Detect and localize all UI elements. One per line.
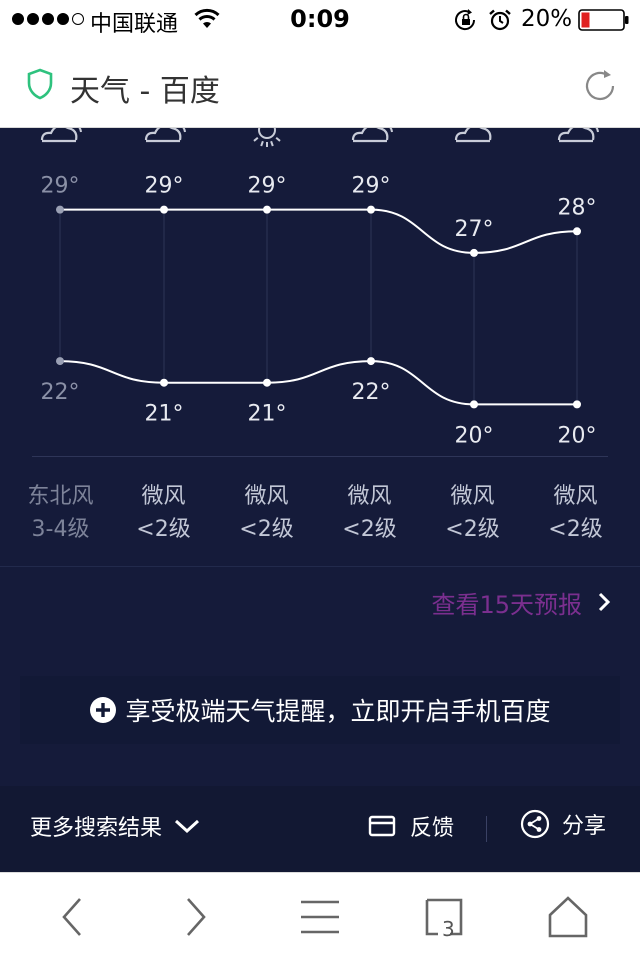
- forward-button[interactable]: [168, 893, 224, 941]
- low-temp-label: 21°: [145, 402, 184, 427]
- feedback-button[interactable]: 反馈: [368, 810, 454, 842]
- section-divider: [0, 566, 640, 567]
- wind-level: <2级: [136, 517, 191, 542]
- share-icon: [520, 809, 550, 839]
- high-temp-line: [60, 208, 578, 254]
- cloudy-icon: [144, 128, 186, 143]
- low-temp-point: [573, 400, 581, 409]
- footer-separator: [486, 816, 487, 842]
- high-temp-label: 29°: [145, 174, 184, 199]
- high-temp-point: [573, 227, 581, 236]
- menu-button[interactable]: [292, 893, 348, 941]
- share-label: 分享: [562, 814, 607, 839]
- wind-direction: 微风: [553, 484, 598, 509]
- high-temp-point: [470, 248, 478, 257]
- wind-col: 微风 <2级: [112, 480, 215, 546]
- wind-col: 微风 <2级: [421, 480, 524, 546]
- weather-panel: 29° 29° 29° 29° 27° 28° 22° 21° 21° 22° 20° 20° 东北风…: [0, 128, 640, 872]
- wind-level: <2级: [342, 517, 397, 542]
- cloudy-icon: [557, 128, 599, 143]
- alert-text: 享受极端天气提醒，立即开启手机百度: [125, 697, 551, 726]
- high-temp-label: 28°: [558, 195, 597, 220]
- wind-col: 东北风 3-4级: [9, 480, 112, 546]
- battery-percent: 20%: [521, 6, 573, 32]
- low-temp-label: 20°: [558, 423, 597, 448]
- plus-circle-icon: [90, 697, 117, 723]
- feedback-label: 反馈: [410, 816, 455, 841]
- battery-icon: [578, 9, 629, 31]
- address-bar: 天气 - 百度: [0, 40, 640, 128]
- cloudy-icon: [351, 128, 393, 143]
- high-temp-point: [263, 205, 271, 214]
- high-temp-label: 27°: [455, 217, 494, 242]
- high-temp-label: 29°: [41, 174, 80, 199]
- share-button[interactable]: 分享: [520, 808, 606, 840]
- back-button[interactable]: [44, 893, 100, 941]
- low-temp-point: [470, 400, 478, 409]
- high-temp-point: [367, 205, 375, 214]
- wind-level: <2级: [548, 517, 603, 542]
- wind-level: 3-4级: [31, 517, 90, 542]
- wind-direction: 东北风: [27, 484, 94, 509]
- low-temp-label: 21°: [248, 402, 287, 427]
- low-temp-label: 22°: [41, 380, 80, 405]
- high-temp-label: 29°: [248, 174, 287, 199]
- high-temp-label: 29°: [352, 174, 391, 199]
- low-temp-label: 22°: [352, 380, 391, 405]
- tab-count: 3: [442, 917, 455, 941]
- result-footer: 更多搜索结果 反馈 分享: [0, 786, 640, 872]
- alarm-icon: [489, 9, 511, 31]
- tabs-button[interactable]: 3: [416, 893, 472, 941]
- wind-direction: 微风: [244, 484, 289, 509]
- weather-alert-banner[interactable]: 享受极端天气提醒，立即开启手机百度: [20, 676, 620, 744]
- high-temp-point: [56, 205, 64, 214]
- sunny-icon: [253, 128, 281, 147]
- wind-direction: 微风: [450, 484, 495, 509]
- page-title: 天气 - 百度: [70, 74, 220, 109]
- wind-direction: 微风: [347, 484, 392, 509]
- chevron-right-icon: [598, 592, 611, 612]
- cloud-icon: [454, 128, 492, 143]
- low-temp-point: [263, 378, 271, 387]
- wind-row: 东北风 3-4级 微风 <2级 微风 <2级 微风 <2级 微风 <2级 微风 <2级: [0, 480, 640, 550]
- more-results-label: 更多搜索结果: [30, 816, 163, 841]
- low-temp-point: [367, 357, 375, 366]
- wind-direction: 微风: [141, 484, 186, 509]
- shield-icon[interactable]: [26, 68, 54, 100]
- low-temp-label: 20°: [455, 423, 494, 448]
- low-temp-line: [59, 360, 577, 406]
- browser-toolbar: 3: [0, 872, 640, 960]
- more-results-button[interactable]: 更多搜索结果: [30, 810, 200, 842]
- low-temp-point: [160, 378, 168, 387]
- low-temp-point: [56, 357, 64, 366]
- mail-icon: [368, 815, 396, 837]
- wind-col: 微风 <2级: [524, 480, 627, 546]
- wind-col: 微风 <2级: [215, 480, 318, 546]
- status-bar: 中国联通 0:09 20%: [0, 0, 640, 40]
- cloudy-icon: [40, 128, 82, 143]
- rotation-lock-icon: [455, 9, 476, 31]
- high-temp-point: [160, 205, 168, 214]
- home-button[interactable]: [540, 893, 596, 941]
- chart-divider: [32, 456, 608, 457]
- forecast-15-day-link[interactable]: 查看15天预报: [431, 584, 612, 620]
- reload-icon[interactable]: [580, 66, 620, 106]
- temperature-chart: 29° 29° 29° 29° 27° 28° 22° 21° 21° 22° 20° 20°: [40, 128, 599, 448]
- wind-col: 微风 <2级: [318, 480, 421, 546]
- wind-level: <2级: [445, 517, 500, 542]
- wind-level: <2级: [239, 517, 294, 542]
- chevron-down-icon: [175, 819, 200, 834]
- forecast-link-label: 查看15天预报: [431, 590, 582, 619]
